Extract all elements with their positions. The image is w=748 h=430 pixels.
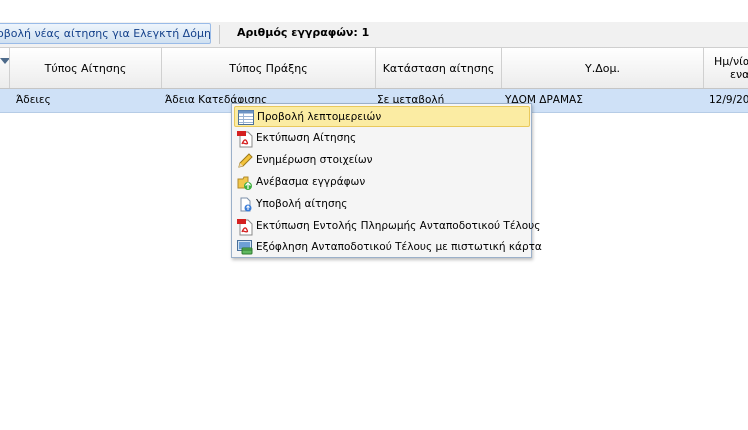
menu-item-label: Υποβολή αίτησης (256, 198, 348, 210)
column-header-status[interactable]: Κατάσταση αίτησης (376, 48, 502, 88)
pdf-icon (237, 219, 253, 236)
sort-down-icon (0, 58, 9, 64)
menu-item-label: Εκτύπωση Αίτησης (256, 132, 357, 144)
menu-item-pay-by-card[interactable]: Εξόφληση Ανταποδοτικού Τέλους με πιστωτι… (234, 237, 542, 258)
menu-item-view-details[interactable]: Προβολή λεπτομερειών (234, 106, 530, 127)
pdf-icon (237, 131, 253, 148)
menu-item-print-payment-order[interactable]: Εκτύπωση Εντολής Πληρωμής Ανταποδοτικού … (234, 216, 540, 237)
context-menu: Προβολή λεπτομερειών Εκτύπωση Αίτησης Εν… (231, 103, 542, 258)
menu-item-update-info[interactable]: Ενημέρωση στοιχείων (234, 150, 530, 171)
sort-column-header[interactable] (0, 48, 10, 88)
menu-item-print-request[interactable]: Εκτύπωση Αίτησης (234, 128, 530, 149)
toolbar-separator (219, 25, 220, 44)
menu-item-submit-request[interactable]: Υποβολή αίτησης (234, 194, 530, 215)
menu-item-label: Προβολή λεπτομερειών (257, 111, 382, 123)
details-table-icon (238, 110, 254, 125)
column-header-date[interactable]: Ημ/νία ενα (704, 48, 748, 88)
credit-card-screen-icon (237, 240, 253, 255)
menu-item-label: Εξόφληση Ανταποδοτικού Τέλους με πιστωτι… (256, 241, 542, 253)
column-header-act-type[interactable]: Τύπος Πράξης (162, 48, 376, 88)
column-header-date-line2: ενα (730, 68, 748, 81)
submit-document-icon (237, 197, 253, 212)
grid-header: Τύπος Αίτησης Τύπος Πράξης Κατάσταση αίτ… (0, 48, 748, 89)
cell-request-type: Άδειες (16, 94, 51, 106)
pencil-icon (237, 153, 253, 168)
cell-date: 12/9/20 (709, 94, 748, 106)
menu-item-label: Ανέβασμα εγγράφων (256, 176, 366, 188)
grid-toolbar: οβολή νέας αίτησης για Ελεγκτή Δόμησης Α… (0, 22, 748, 48)
menu-item-upload-documents[interactable]: Ανέβασμα εγγράφων (234, 172, 530, 193)
menu-item-label: Εκτύπωση Εντολής Πληρωμής Ανταποδοτικού … (256, 220, 541, 232)
menu-item-label: Ενημέρωση στοιχείων (256, 154, 373, 166)
upload-folder-icon (237, 175, 253, 190)
record-count: Αριθμός εγγραφών: 1 (237, 26, 370, 39)
column-header-date-line1: Ημ/νία (714, 55, 748, 68)
column-header-request-type[interactable]: Τύπος Αίτησης (10, 48, 162, 88)
column-header-building-service[interactable]: Υ.Δομ. (502, 48, 704, 88)
new-request-button[interactable]: οβολή νέας αίτησης για Ελεγκτή Δόμησης (0, 23, 211, 44)
